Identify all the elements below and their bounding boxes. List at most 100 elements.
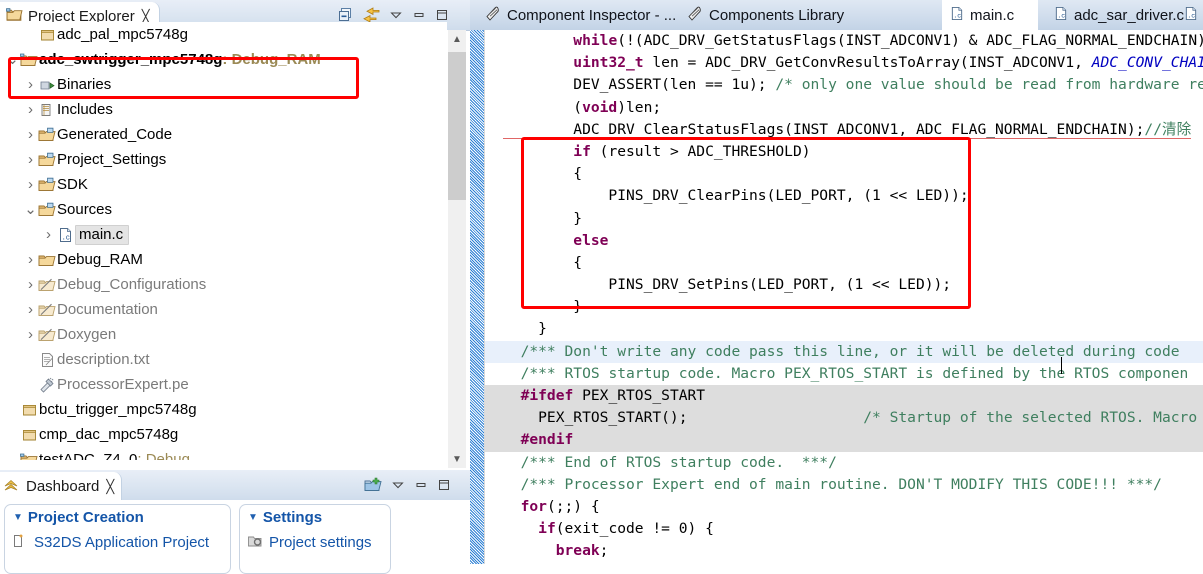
tab-label: Dashboard <box>26 477 100 495</box>
chevron-right-icon[interactable]: › <box>24 251 37 268</box>
code-editor[interactable]: while(!(ADC_DRV_GetStatusFlags(INST_ADCO… <box>470 30 1203 564</box>
link-label: Project settings <box>269 534 372 551</box>
scroll-up-icon[interactable]: ▲ <box>448 30 466 48</box>
tree-item[interactable]: ⌄ Sources <box>0 197 447 222</box>
tree-item-label: Generated_Code <box>57 126 173 143</box>
excluded-folder-icon <box>37 277 57 293</box>
scroll-down-icon[interactable]: ▼ <box>448 450 466 468</box>
chevron-down-icon[interactable]: ⌄ <box>24 202 37 217</box>
tree-item[interactable]: › Generated_Code <box>0 122 447 147</box>
open-project-icon[interactable] <box>364 477 382 496</box>
project-closed-icon <box>19 402 39 418</box>
project-settings-icon <box>247 533 263 552</box>
tree-item[interactable]: › Documentation <box>0 297 447 322</box>
code-line: ADC_DRV_ClearStatusFlags(INST_ADCONV1, A… <box>503 120 1192 139</box>
section-header[interactable]: ▼ Project Creation <box>13 509 144 526</box>
tree-item[interactable]: › Debug_Configurations <box>0 272 447 297</box>
tree-item[interactable]: › .c main.c <box>0 222 447 247</box>
code-line: uint32_t len = ADC_DRV_GetConvResultsToA… <box>573 54 1203 72</box>
section-header[interactable]: ▼ Settings <box>248 509 322 526</box>
scrollbar-thumb[interactable] <box>448 52 466 200</box>
code-line: else <box>573 231 609 249</box>
tree-item-label: adc_pal_mpc5748g <box>57 26 188 43</box>
binaries-icon <box>37 77 57 93</box>
code-line: if (result > ADC_THRESHOLD) <box>573 142 811 160</box>
code-line: break; <box>555 542 609 560</box>
maximize-icon[interactable] <box>437 478 451 495</box>
tree-item[interactable]: ⌄ adc_swtrigger_mpc5748g: Debug_RAM <box>0 47 447 72</box>
dashboard-link-project-settings[interactable]: Project settings <box>247 533 372 552</box>
tree-item-label: Sources <box>57 201 113 218</box>
editor-tab[interactable]: .c adc_sar_driver.c <box>1046 0 1184 30</box>
chevron-down-icon[interactable]: ⌄ <box>6 52 19 67</box>
chevron-right-icon[interactable]: › <box>24 301 37 318</box>
folder-icon <box>37 252 57 268</box>
editor-tab[interactable]: .c main.c <box>942 0 1038 30</box>
tab-dashboard[interactable]: Dashboard ╳ <box>0 472 122 500</box>
chevron-down-icon[interactable]: ▼ <box>248 512 258 523</box>
code-line: } <box>503 320 547 338</box>
project-explorer-view: Project Explorer ╳ adc_pal_mpc5748g ⌄ ad… <box>0 0 470 468</box>
tree-item[interactable]: ⌄ testADC_Z4_0: Debug <box>0 447 447 460</box>
dashboard-tabbar: Dashboard ╳ <box>0 470 470 501</box>
code-line: PINS_DRV_ClearPins(LED_PORT, (1 << LED))… <box>503 187 969 205</box>
chevron-right-icon[interactable]: › <box>24 126 37 143</box>
source-folder-icon <box>37 152 57 168</box>
tree-item-label: Binaries <box>57 76 112 93</box>
tree-item[interactable]: › Includes <box>0 97 447 122</box>
tree-item-label: main.c <box>75 224 130 245</box>
tree-item[interactable]: ProcessorExpert.pe <box>0 372 447 397</box>
chevron-right-icon[interactable]: › <box>24 151 37 168</box>
tree-item-label: bctu_trigger_mpc5748g <box>39 401 197 418</box>
chevron-right-icon[interactable]: › <box>24 76 37 93</box>
source-folder-icon <box>37 127 57 143</box>
c-file-icon: .c <box>1184 6 1198 25</box>
close-icon[interactable]: ╳ <box>106 480 114 493</box>
chevron-down-icon[interactable]: ⌄ <box>6 452 19 461</box>
tree-item-label: Documentation <box>57 301 158 318</box>
svg-text:.c: .c <box>61 234 69 242</box>
dashboard-link-s32ds-application-project[interactable]: S32DS Application Project <box>12 533 209 552</box>
section-title: Settings <box>262 509 323 526</box>
includes-icon <box>37 102 57 118</box>
project-open-icon <box>19 452 39 460</box>
tree-item[interactable]: › SDK <box>0 172 447 197</box>
code-line: { <box>503 165 583 183</box>
editor-tab-label: adc_sar_driver.c <box>1074 6 1185 24</box>
tree-item[interactable]: bctu_trigger_mpc5748g <box>0 397 447 422</box>
source-code-text[interactable]: while(!(ADC_DRV_GetStatusFlags(INST_ADCO… <box>485 30 1203 564</box>
dashboard-body: ▼ Project Creation S32DS Application Pro… <box>0 500 470 574</box>
chevron-down-icon[interactable]: ▼ <box>13 512 23 523</box>
chevron-right-icon[interactable]: › <box>24 326 37 343</box>
tree-item[interactable]: description.txt <box>0 347 447 372</box>
editor-tab[interactable]: .cp <box>1176 0 1203 30</box>
tree-item[interactable]: cmp_dac_mpc5748g <box>0 422 447 447</box>
project-tree[interactable]: adc_pal_mpc5748g ⌄ adc_swtrigger_mpc5748g:… <box>0 22 447 460</box>
editor-tab[interactable]: Components Library <box>678 0 844 30</box>
link-label: S32DS Application Project <box>34 534 210 551</box>
tree-item-build-config: : Debug_RAM <box>222 51 321 68</box>
view-menu-icon[interactable] <box>391 478 405 495</box>
code-line: /*** End of RTOS startup code. ***/ <box>520 453 837 471</box>
close-icon[interactable]: ╳ <box>142 10 150 23</box>
code-line: } <box>503 209 583 227</box>
tree-item[interactable]: › Binaries <box>0 72 447 97</box>
tree-item-label: adc_swtrigger_mpc5748g: Debug_RAM <box>39 51 321 68</box>
tree-item[interactable]: › Doxygen <box>0 322 447 347</box>
minimize-icon[interactable] <box>414 478 428 495</box>
editor-tab[interactable]: Component Inspector - ... <box>476 0 676 30</box>
source-folder-icon <box>37 177 57 193</box>
code-line: { <box>503 253 583 271</box>
editor-tabbar: Component Inspector - ... Components Libr… <box>470 0 1203 31</box>
chevron-right-icon[interactable]: › <box>24 176 37 193</box>
tree-item-label: Debug_RAM <box>57 251 143 268</box>
tree-item[interactable]: › Debug_RAM <box>0 247 447 272</box>
chevron-right-icon[interactable]: › <box>24 276 37 293</box>
tree-item[interactable]: › Project_Settings <box>0 147 447 172</box>
chevron-right-icon[interactable]: › <box>24 101 37 118</box>
chevron-right-icon[interactable]: › <box>42 226 55 243</box>
project-tree-scrollbar[interactable]: ▲ ▼ <box>447 30 466 468</box>
change-marker-column <box>470 30 484 564</box>
tree-item[interactable]: adc_pal_mpc5748g <box>0 22 447 47</box>
code-line: /*** Don't write any code pass this line… <box>485 340 1203 363</box>
